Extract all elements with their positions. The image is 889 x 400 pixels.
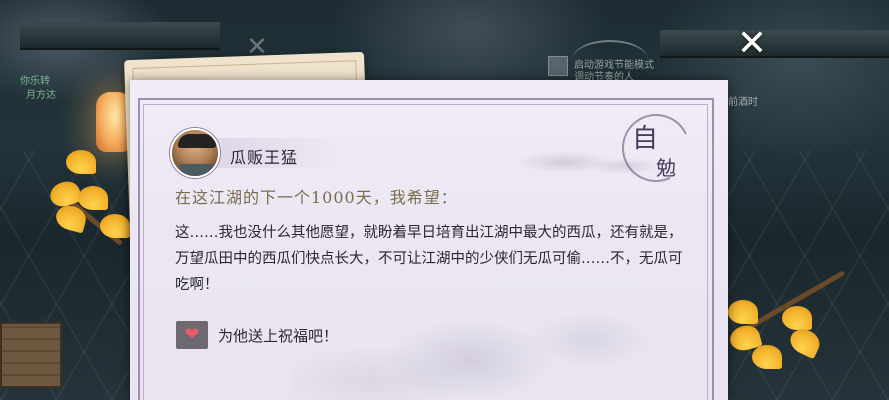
ginkgo-leaf: [752, 345, 782, 369]
wish-prompt: 在这江湖的下一个1000天，我希望：: [175, 188, 458, 207]
ginkgo-leaf: [66, 150, 96, 174]
heart-icon[interactable]: ❤: [176, 321, 208, 349]
ginkgo-leaf: [100, 214, 130, 238]
roof-right: [660, 30, 889, 58]
send-blessing-button[interactable]: ❤ 为他送上祝福吧！: [176, 320, 338, 350]
minimap-icon[interactable]: [548, 56, 568, 76]
seal-character: 自: [632, 124, 659, 154]
wish-card: 瓜贩王猛 自 勉 在这江湖的下一个1000天，我希望： 这……我也没什么其他愿望…: [130, 80, 728, 400]
hud-label: 你乐转: [20, 76, 50, 87]
npc-name: 瓜贩王猛: [230, 148, 299, 167]
seal-character: 勉: [656, 156, 676, 180]
ginkgo-leaf: [728, 300, 758, 324]
hud-sublabel: 月方达: [26, 90, 56, 101]
ink-wash-decoration: [290, 290, 690, 400]
ginkgo-leaf: [78, 186, 108, 210]
heart-glyph: ❤: [184, 324, 200, 345]
send-blessing-label: 为他送上祝福吧！: [218, 326, 339, 345]
close-icon[interactable]: ✕: [732, 24, 772, 64]
npc-avatar[interactable]: [170, 128, 220, 178]
ginkgo-leaf: [782, 306, 812, 330]
hud-tag: 前酒时: [728, 97, 758, 108]
roof-left: [20, 22, 220, 50]
wooden-crate: [0, 322, 62, 388]
wish-text: 这……我也没什么其他愿望，就盼着早日培育出江湖中最大的西瓜，还有就是，万望瓜田中…: [175, 225, 683, 293]
